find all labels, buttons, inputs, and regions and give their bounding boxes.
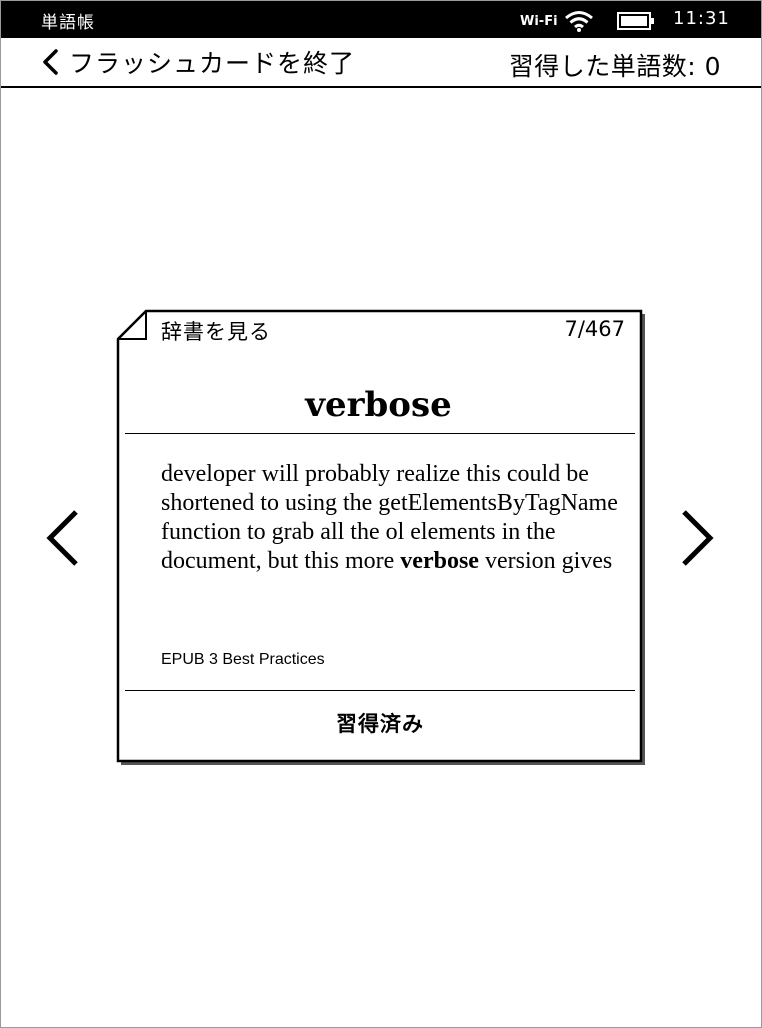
wifi-label: Wi-Fi bbox=[520, 14, 558, 29]
flashcard: 辞書を見る 7/467 verbose developer will proba… bbox=[116, 309, 645, 765]
card-counter: 7/467 bbox=[564, 317, 625, 341]
status-bar-title: 単語帳 bbox=[41, 13, 95, 33]
divider bbox=[125, 690, 635, 691]
mark-learned-button[interactable]: 習得済み bbox=[125, 693, 635, 753]
exit-flashcards-label: フラッシュカードを終了 bbox=[69, 49, 356, 78]
clock: 11:31 bbox=[673, 8, 730, 29]
previous-card-button[interactable] bbox=[42, 508, 86, 568]
divider bbox=[125, 433, 635, 434]
source-book-title: EPUB 3 Best Practices bbox=[161, 651, 325, 668]
card-headword: verbose bbox=[305, 385, 452, 425]
usage-highlighted-word: verbose bbox=[400, 548, 479, 574]
battery-icon bbox=[617, 12, 654, 30]
header: フラッシュカードを終了 習得した単語数: 0 bbox=[1, 38, 761, 88]
chevron-left-icon bbox=[43, 49, 58, 75]
wifi-icon bbox=[565, 11, 593, 32]
status-bar: 単語帳 Wi-Fi 11:31 bbox=[1, 1, 761, 38]
usage-example: developer will probably realize this cou… bbox=[161, 460, 621, 576]
learned-word-count: 習得した単語数: 0 bbox=[508, 52, 721, 81]
exit-flashcards-button[interactable]: フラッシュカードを終了 bbox=[39, 44, 355, 80]
view-dictionary-link[interactable]: 辞書を見る bbox=[161, 316, 271, 346]
next-card-button[interactable] bbox=[674, 508, 718, 568]
usage-text-after: version gives bbox=[478, 548, 613, 574]
